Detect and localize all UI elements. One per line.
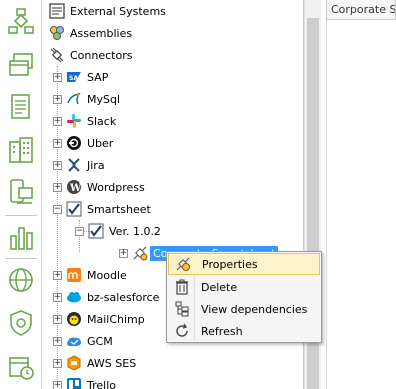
trash-icon — [171, 276, 193, 298]
menu-item-delete[interactable]: Delete — [168, 276, 320, 298]
assemblies-icon — [49, 25, 65, 41]
iconbar-divider — [5, 215, 37, 216]
wordpress-icon: W — [66, 179, 82, 195]
sap-icon: SAP — [66, 69, 82, 85]
tree-item-label: Ver. 1.0.2 — [109, 224, 161, 238]
tree-item-label: MailChimp — [87, 312, 145, 326]
uber-icon — [66, 135, 82, 151]
mysql-icon — [66, 91, 82, 107]
expand-toggle[interactable]: + — [53, 336, 62, 346]
tree-item-trello[interactable]: + Trello — [53, 374, 116, 389]
menu-item-view-dependencies[interactable]: View dependencies — [168, 298, 320, 320]
expand-toggle[interactable]: + — [53, 72, 62, 82]
trello-icon — [66, 377, 82, 389]
refresh-icon — [171, 320, 193, 342]
tree-item-wordpress[interactable]: + W Wordpress — [53, 176, 145, 198]
collapse-toggle[interactable]: − — [53, 204, 62, 214]
connection-icon — [132, 245, 148, 261]
expand-toggle[interactable]: + — [53, 358, 62, 368]
expand-toggle[interactable]: + — [53, 116, 62, 126]
pane-border — [326, 20, 327, 389]
tree-item-label: External Systems — [70, 4, 166, 18]
workflow-icon[interactable] — [4, 4, 38, 38]
menu-item-label: Properties — [202, 257, 258, 271]
tree-item-label: Jira — [87, 158, 105, 172]
gcm-icon — [66, 333, 82, 349]
tree-item-label: Smartsheet — [87, 202, 151, 216]
menu-item-properties[interactable]: Properties — [168, 253, 320, 275]
tree-item-mailchimp[interactable]: + MailChimp — [53, 308, 145, 330]
devices-icon[interactable] — [4, 175, 38, 209]
tree-item-salesforce[interactable]: + bz-salesforce — [53, 286, 159, 308]
moodle-icon — [66, 267, 82, 283]
shield-gear-icon[interactable] — [4, 306, 38, 340]
bar-chart-icon[interactable] — [4, 221, 38, 255]
version-icon — [88, 223, 104, 239]
tree-item-label: Assemblies — [70, 26, 133, 40]
tree-item-mysql[interactable]: + MySql — [53, 88, 120, 110]
tree-item-label: Uber — [87, 136, 114, 150]
tree-item-gcm[interactable]: + GCM — [53, 330, 113, 352]
editor-pane: Corporate Smartsheet — [322, 0, 396, 389]
tree-item-label: GCM — [87, 334, 113, 348]
salesforce-icon — [66, 289, 82, 305]
iconbar-divider — [5, 258, 37, 259]
tree-item-label: Slack — [87, 114, 117, 128]
external-systems-icon — [49, 3, 65, 19]
context-menu: Properties Delete View dependencies Refr… — [166, 251, 322, 343]
tree-item-aws-ses[interactable]: + AWS SES — [53, 352, 136, 374]
svg-text:SAP: SAP — [69, 75, 82, 82]
menu-item-refresh[interactable]: Refresh — [168, 320, 320, 342]
tree-item-label: Trello — [87, 378, 116, 389]
tree-item-version[interactable]: − Ver. 1.0.2 — [75, 220, 161, 242]
tree-item-uber[interactable]: + Uber — [53, 132, 113, 154]
expand-toggle[interactable]: + — [53, 292, 62, 302]
building-icon[interactable] — [4, 133, 38, 167]
calendar-clock-icon[interactable] — [4, 350, 38, 384]
tree-item-label: Connectors — [70, 48, 133, 62]
tree-item-label: SAP — [87, 70, 109, 84]
tree-item-smartsheet[interactable]: − Smartsheet — [53, 198, 151, 220]
tree-item-label: MySql — [87, 92, 121, 106]
expand-toggle[interactable]: + — [53, 160, 62, 170]
navigation-icon-bar — [0, 0, 42, 389]
tree-item-connectors[interactable]: Connectors — [49, 44, 132, 66]
tab-corporate-smartsheet[interactable]: Corporate Smartsheet — [326, 0, 396, 20]
document-icon[interactable] — [4, 90, 38, 124]
tree-item-label: bz-salesforce — [87, 290, 160, 304]
svg-text:W: W — [69, 183, 82, 194]
tree-item-label: Moodle — [87, 268, 127, 282]
expand-toggle[interactable]: + — [53, 94, 62, 104]
tree-item-external-systems[interactable]: External Systems — [49, 0, 166, 22]
expand-toggle[interactable]: + — [119, 248, 128, 258]
expand-toggle[interactable]: + — [53, 270, 62, 280]
jira-icon — [66, 157, 82, 173]
windows-icon[interactable] — [4, 48, 38, 82]
tree-item-label: Wordpress — [87, 180, 145, 194]
menu-item-label: Delete — [201, 280, 238, 294]
smartsheet-icon — [66, 201, 82, 217]
expand-toggle[interactable]: + — [53, 314, 62, 324]
slack-icon — [66, 113, 82, 129]
menu-item-label: View dependencies — [201, 302, 308, 316]
tree-item-label: AWS SES — [87, 356, 137, 370]
mailchimp-icon — [66, 311, 82, 327]
expand-toggle[interactable]: + — [53, 138, 62, 148]
tree-item-moodle[interactable]: + Moodle — [53, 264, 127, 286]
globe-icon[interactable] — [4, 263, 38, 297]
tree-item-assemblies[interactable]: Assemblies — [49, 22, 132, 44]
collapse-toggle[interactable]: − — [75, 226, 84, 236]
properties-icon — [172, 253, 194, 275]
expand-toggle[interactable]: + — [53, 182, 62, 192]
connectors-icon — [49, 47, 65, 63]
dependencies-icon — [171, 298, 193, 320]
tree-item-jira[interactable]: + Jira — [53, 154, 105, 176]
expand-toggle[interactable]: + — [53, 380, 62, 389]
aws-ses-icon — [66, 355, 82, 371]
menu-item-label: Refresh — [201, 324, 243, 338]
tree-item-sap[interactable]: + SAP SAP — [53, 66, 108, 88]
tree-item-slack[interactable]: + Slack — [53, 110, 116, 132]
